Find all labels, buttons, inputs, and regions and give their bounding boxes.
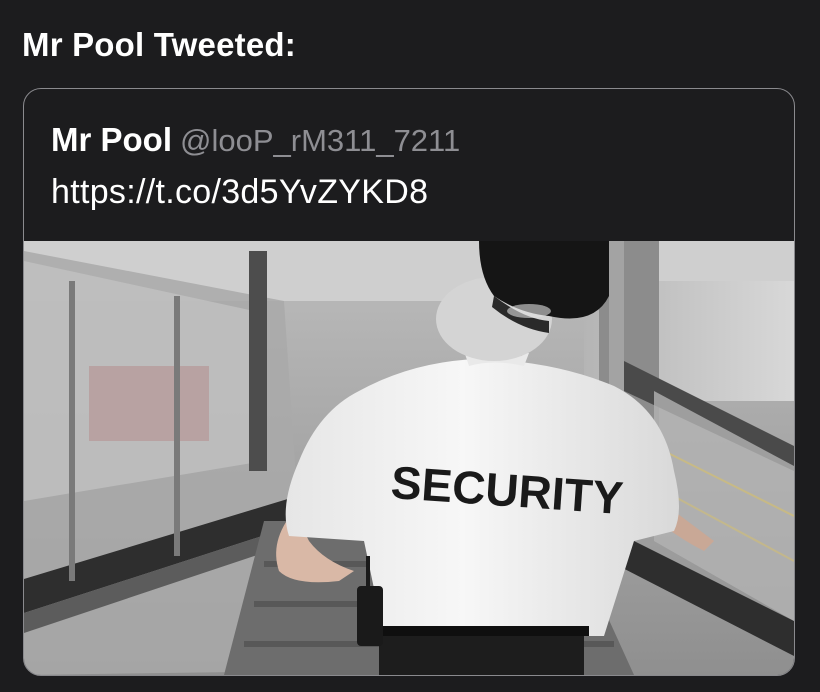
author-name[interactable]: Mr Pool [51, 121, 172, 158]
tweet-heading: Mr Pool Tweeted: [22, 26, 296, 63]
author-handle[interactable]: @looP_rM311_7211 [180, 123, 460, 158]
tweet-link[interactable]: https://t.co/3d5YvZYKD8 [51, 173, 428, 212]
tweet-image[interactable]: SECURITY [24, 241, 794, 675]
tweet-card[interactable]: Mr Pool @looP_rM311_7211 https://t.co/3d5… [23, 88, 795, 676]
tweet-author-line: Mr Pool @looP_rM311_7211 [51, 121, 460, 159]
security-guard-photo: SECURITY [24, 241, 794, 675]
